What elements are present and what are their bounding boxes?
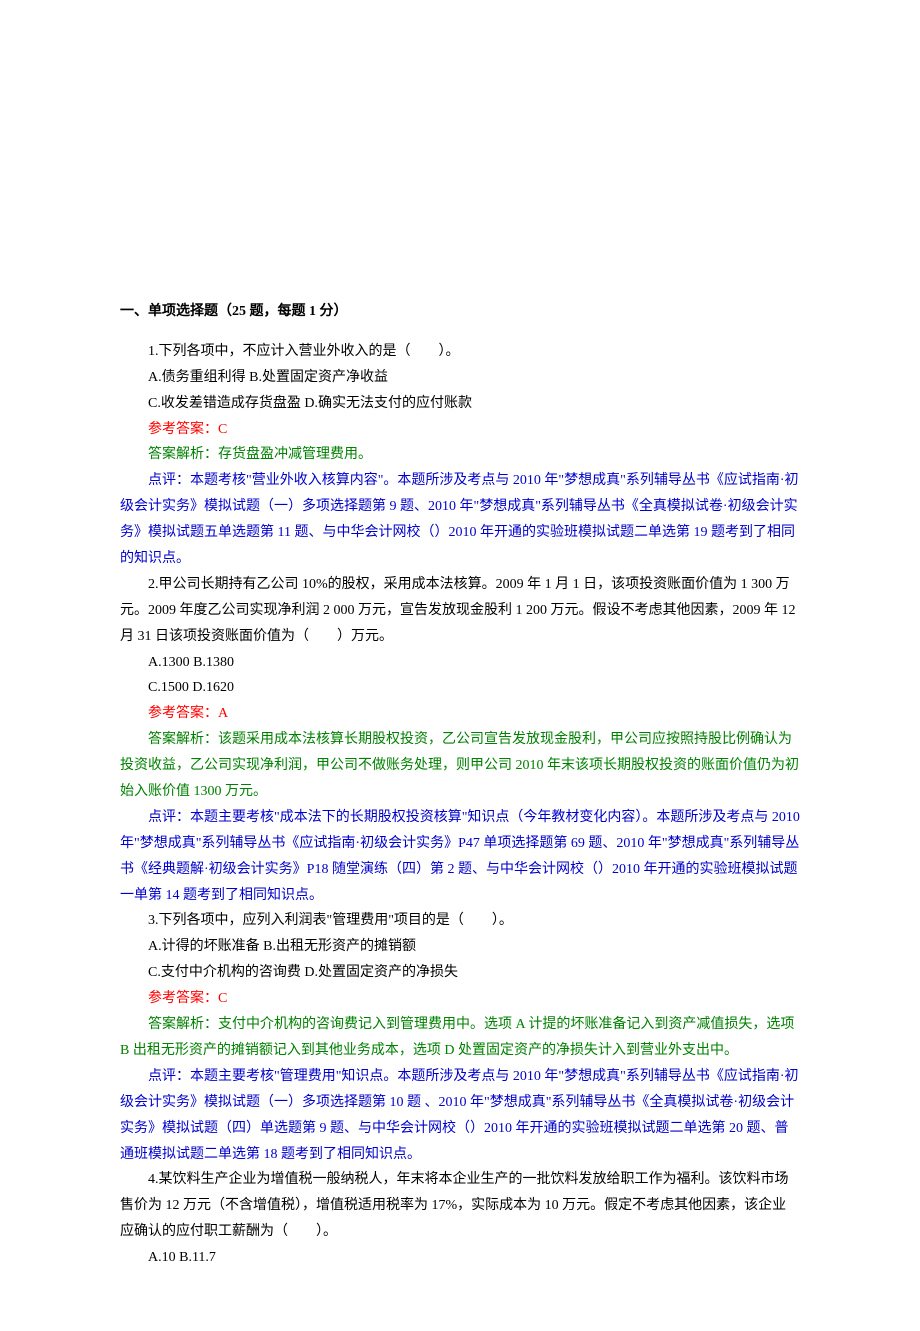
q3-options-ab: A.计得的坏账准备 B.出租无形资产的摊销额 bbox=[120, 934, 800, 960]
q2-explain: 答案解析：该题采用成本法核算长期股权投资，乙公司宣告发放现金股利，甲公司应按照持… bbox=[120, 727, 800, 805]
q2-stem: 2.甲公司长期持有乙公司 10%的股权，采用成本法核算。2009 年 1 月 1… bbox=[120, 572, 800, 650]
q1-comment: 点评：本题考核"营业外收入核算内容"。本题所涉及考点与 2010 年"梦想成真"… bbox=[120, 468, 800, 572]
q4-stem: 4.某饮料生产企业为增值税一般纳税人，年末将本企业生产的一批饮料发放给职工作为福… bbox=[120, 1167, 800, 1245]
q1-explain: 答案解析：存货盘盈冲减管理费用。 bbox=[120, 442, 800, 468]
q1-answer: 参考答案：C bbox=[120, 417, 800, 443]
q2-options-ab: A.1300 B.1380 bbox=[120, 650, 800, 676]
q3-options-cd: C.支付中介机构的咨询费 D.处置固定资产的净损失 bbox=[120, 960, 800, 986]
q2-options-cd: C.1500 D.1620 bbox=[120, 675, 800, 701]
section-title: 一、单项选择题（25 题，每题 1 分） bbox=[120, 299, 800, 325]
q2-answer: 参考答案：A bbox=[120, 701, 800, 727]
q3-explain: 答案解析：支付中介机构的咨询费记入到管理费用中。选项 A 计提的坏账准备记入到资… bbox=[120, 1012, 800, 1064]
q3-answer: 参考答案：C bbox=[120, 986, 800, 1012]
q3-comment: 点评：本题主要考核"管理费用"知识点。本题所涉及考点与 2010 年"梦想成真"… bbox=[120, 1064, 800, 1168]
q2-comment: 点评：本题主要考核"成本法下的长期股权投资核算"知识点（今年教材变化内容）。本题… bbox=[120, 805, 800, 909]
q1-stem: 1.下列各项中，不应计入营业外收入的是（ ）。 bbox=[120, 339, 800, 365]
q1-options-cd: C.收发差错造成存货盘盈 D.确实无法支付的应付账款 bbox=[120, 391, 800, 417]
q3-stem: 3.下列各项中，应列入利润表"管理费用"项目的是（ ）。 bbox=[120, 908, 800, 934]
document-page: 一、单项选择题（25 题，每题 1 分） 1.下列各项中，不应计入营业外收入的是… bbox=[0, 0, 920, 1331]
q4-options-ab: A.10 B.11.7 bbox=[120, 1245, 800, 1271]
q1-options-ab: A.债务重组利得 B.处置固定资产净收益 bbox=[120, 365, 800, 391]
